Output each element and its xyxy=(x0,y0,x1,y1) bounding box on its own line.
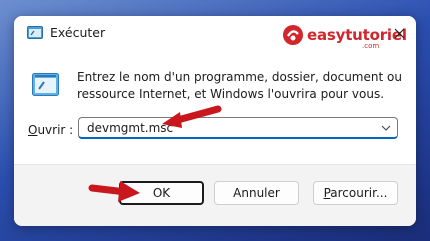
description-text: Entrez le nom d'un programme, dossier, d… xyxy=(77,70,402,101)
open-combobox[interactable]: devmgmt.msc xyxy=(78,117,398,139)
window-title: Exécuter xyxy=(50,25,106,40)
watermark-suffix: .com xyxy=(362,42,380,50)
title-bar[interactable]: Exécuter easytutoriel .com xyxy=(14,16,416,50)
close-button[interactable] xyxy=(386,20,412,46)
open-label: Ouvrir : xyxy=(28,123,73,137)
browse-button[interactable]: Parcourir... xyxy=(313,181,398,205)
annotation-arrow-input-icon xyxy=(162,105,222,128)
annotation-arrow-ok-icon xyxy=(88,181,140,202)
close-icon xyxy=(394,28,404,38)
browse-label: arcourir... xyxy=(330,186,388,200)
cancel-button[interactable]: Annuler xyxy=(214,181,299,205)
chevron-down-icon[interactable] xyxy=(381,123,391,133)
run-program-icon xyxy=(32,73,59,96)
watermark-logo-icon xyxy=(283,25,303,45)
button-bar: OK Annuler Parcourir... xyxy=(14,164,416,226)
run-app-icon xyxy=(27,26,43,39)
open-label-text: uvrir : xyxy=(37,123,74,137)
